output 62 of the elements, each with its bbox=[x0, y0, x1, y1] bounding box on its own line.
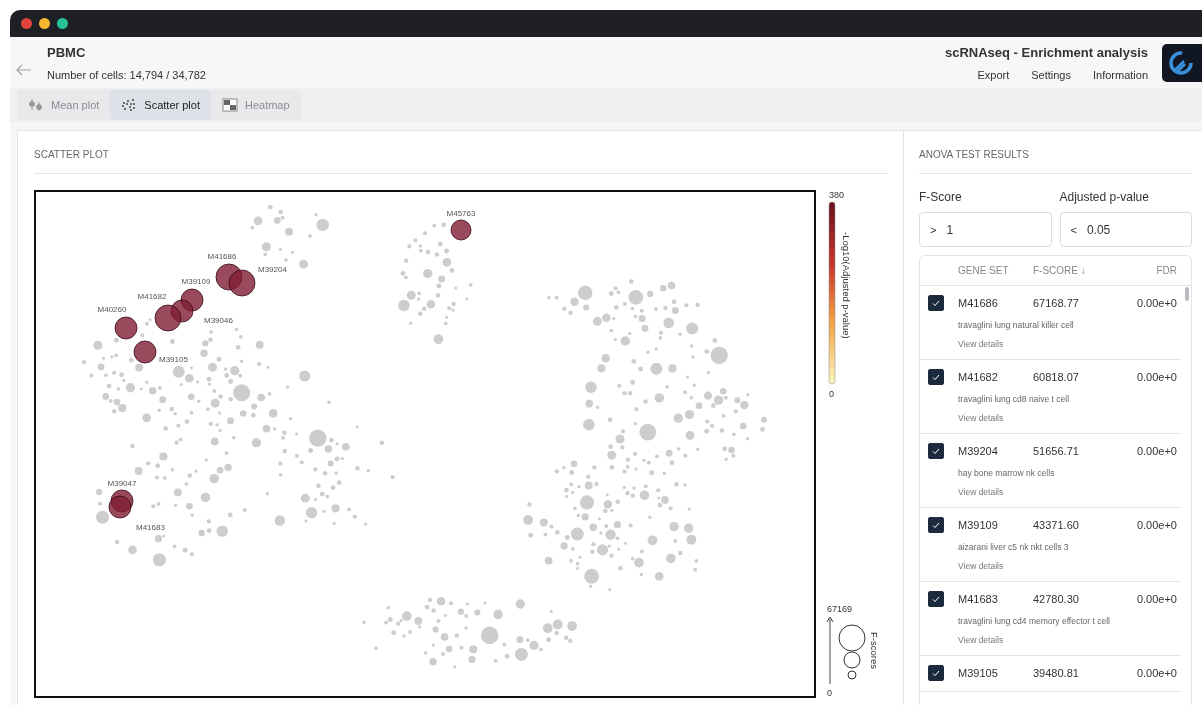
f-score-cell-text: 60818.07 bbox=[1033, 371, 1080, 383]
gene-set-cell-text: M39105 bbox=[958, 667, 999, 679]
point-label: M45763 bbox=[446, 209, 476, 218]
fdr-cell-text: 0.00e+0 bbox=[1135, 371, 1178, 383]
view-details-link[interactable]: View details bbox=[958, 339, 1004, 349]
f-score-cell-text: 39480.81 bbox=[1033, 667, 1080, 679]
view-tab[interactable]: Scatter plot bbox=[110, 90, 211, 120]
gene-set-cell-text: M41683 bbox=[958, 593, 999, 605]
section-title: SCATTER PLOT bbox=[34, 148, 110, 162]
point-label: M39204 bbox=[258, 265, 287, 274]
point-label: M41686 bbox=[207, 252, 237, 261]
f-score-cell-text: 43371.60 bbox=[1033, 519, 1080, 531]
gene-set-description: aizarani liver c5 nk nkt cells 3 bbox=[958, 542, 1070, 552]
gene-set-cell-text: M41682 bbox=[958, 371, 999, 383]
gene-set-cell-text: M41686 bbox=[958, 297, 999, 309]
section-title: ANOVA TEST RESULTS bbox=[919, 148, 1030, 162]
menu-link[interactable]: Export bbox=[977, 68, 1010, 81]
colorbar-title: -Log10(Adjusted p-value) bbox=[841, 232, 852, 339]
filter-input[interactable]: < 0.05 bbox=[1059, 212, 1192, 247]
point-label: M40260 bbox=[97, 305, 127, 314]
filter-input[interactable]: > 1 bbox=[919, 212, 1052, 247]
gene-set-description: travaglini lung cd8 naive t cell bbox=[958, 394, 1071, 404]
view-details-link[interactable]: View details bbox=[958, 635, 1004, 645]
gene-set-description: hay bone marrow nk cells bbox=[958, 468, 1056, 478]
colorbar-min-label: 0 bbox=[829, 389, 834, 399]
point-label: M39105 bbox=[159, 355, 188, 364]
view-tab[interactable]: Heatmap bbox=[210, 90, 301, 120]
f-score-cell-text: 42780.30 bbox=[1033, 593, 1080, 605]
fdr-cell-text: 0.00e+0 bbox=[1135, 297, 1178, 309]
gene-set-cell-text: M39204 bbox=[958, 445, 999, 457]
fdr-cell-text: 0.00e+0 bbox=[1135, 593, 1178, 605]
view-details-link[interactable]: View details bbox=[958, 413, 1004, 423]
colorbar-max-label: 380 bbox=[829, 190, 845, 200]
f-score-cell-text: 51656.71 bbox=[1033, 445, 1080, 457]
menu-link[interactable]: Settings bbox=[1031, 68, 1071, 81]
gene-set-description: travaglini lung natural killer cell bbox=[958, 320, 1075, 330]
filter-label: F-Score bbox=[919, 190, 963, 204]
menu-link[interactable]: Information bbox=[1092, 68, 1148, 81]
app-title: scRNAseq - Enrichment analysis bbox=[944, 44, 1148, 60]
cell-count: Number of cells: 14,794 / 34,782 bbox=[47, 68, 207, 81]
dataset-title: PBMC bbox=[47, 44, 87, 60]
view-details-link[interactable]: View details bbox=[958, 561, 1004, 571]
point-label: M41682 bbox=[137, 292, 167, 301]
fdr-cell-text: 0.00e+0 bbox=[1135, 667, 1178, 679]
view-tab[interactable]: Mean plot bbox=[17, 90, 111, 120]
size-legend-max-label: 67169 bbox=[827, 604, 853, 614]
column-header[interactable]: FDR bbox=[1103, 265, 1191, 276]
fdr-cell-text: 0.00e+0 bbox=[1135, 519, 1178, 531]
fdr-cell-text: 0.00e+0 bbox=[1135, 445, 1178, 457]
view-details-link[interactable]: View details bbox=[958, 487, 1004, 497]
gene-set-description: travaglini lung cd4 memory effector t cell bbox=[958, 616, 1111, 626]
filter-label: Adjusted p-value bbox=[1059, 190, 1150, 204]
size-legend-title: F-scores bbox=[869, 632, 880, 669]
column-header[interactable]: F-SCORE ↓ bbox=[1033, 265, 1103, 276]
column-header[interactable]: GENE SET bbox=[958, 265, 1033, 276]
point-label: M41683 bbox=[136, 523, 165, 532]
gene-set-cell-text: M39109 bbox=[958, 519, 999, 531]
f-score-cell-text: 67168.77 bbox=[1033, 297, 1080, 309]
point-label: M39109 bbox=[181, 277, 211, 286]
point-label: M39046 bbox=[204, 316, 233, 325]
point-label: M39047 bbox=[107, 479, 137, 488]
size-legend-min-label: 0 bbox=[827, 688, 832, 698]
